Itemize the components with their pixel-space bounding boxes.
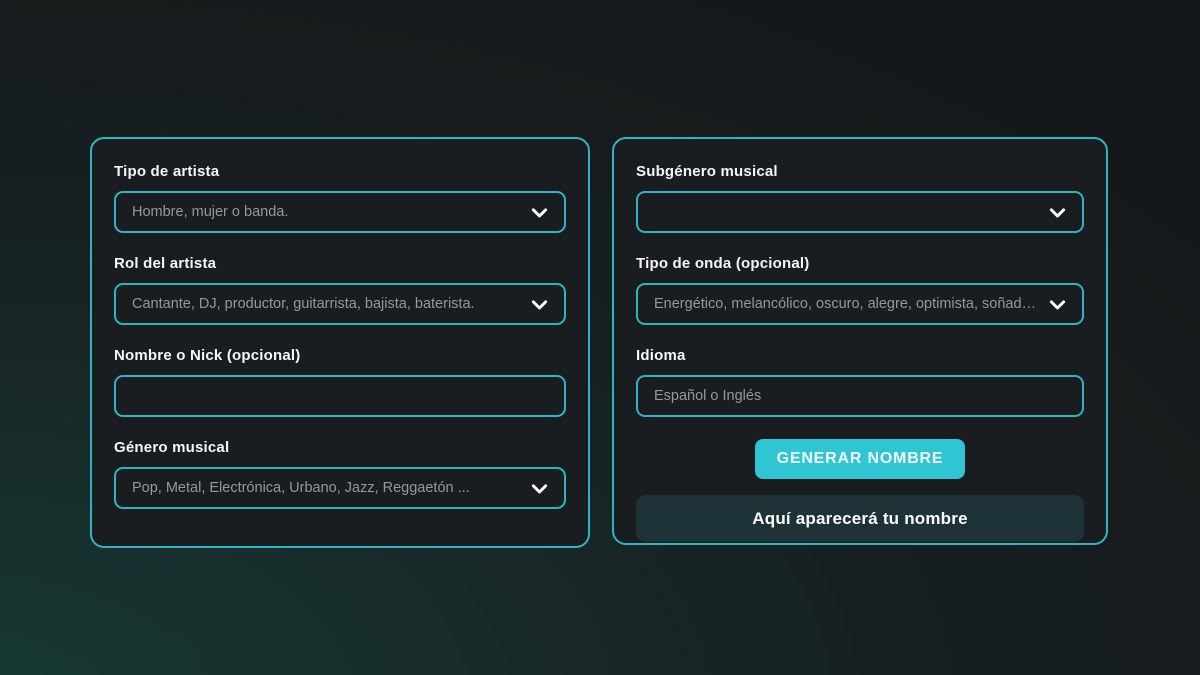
generate-name-button[interactable]: GENERAR NOMBRE (755, 439, 966, 479)
tipo-de-artista-select[interactable]: Hombre, mujer o banda. (114, 191, 566, 233)
idioma-label: Idioma (636, 347, 1084, 365)
tipo-de-onda-placeholder: Energético, melancólico, oscuro, alegre,… (654, 296, 1037, 312)
field-group-rol-del-artista: Rol del artista Cantante, DJ, productor,… (114, 255, 566, 325)
tipo-de-onda-select[interactable]: Energético, melancólico, oscuro, alegre,… (636, 283, 1084, 325)
tipo-de-artista-placeholder: Hombre, mujer o banda. (132, 204, 519, 220)
rol-del-artista-label: Rol del artista (114, 255, 566, 273)
artist-form-panel-left: Tipo de artista Hombre, mujer o banda. R… (90, 137, 590, 548)
idioma-input[interactable] (636, 375, 1084, 417)
subgenero-musical-label: Subgénero musical (636, 163, 1084, 181)
rol-del-artista-select[interactable]: Cantante, DJ, productor, guitarrista, ba… (114, 283, 566, 325)
chevron-down-icon (1047, 202, 1068, 223)
genero-musical-placeholder: Pop, Metal, Electrónica, Urbano, Jazz, R… (132, 480, 519, 496)
field-group-nombre-o-nick: Nombre o Nick (opcional) (114, 347, 566, 417)
chevron-down-icon (529, 294, 550, 315)
field-group-idioma: Idioma (636, 347, 1084, 417)
field-group-tipo-de-artista: Tipo de artista Hombre, mujer o banda. (114, 163, 566, 233)
tipo-de-onda-label: Tipo de onda (opcional) (636, 255, 1084, 273)
nombre-o-nick-label: Nombre o Nick (opcional) (114, 347, 566, 365)
field-group-tipo-de-onda: Tipo de onda (opcional) Energético, mela… (636, 255, 1084, 325)
rol-del-artista-placeholder: Cantante, DJ, productor, guitarrista, ba… (132, 296, 519, 312)
tipo-de-artista-label: Tipo de artista (114, 163, 566, 181)
field-group-subgenero-musical: Subgénero musical (636, 163, 1084, 233)
chevron-down-icon (529, 478, 550, 499)
genero-musical-label: Género musical (114, 439, 566, 457)
generated-name-result: Aquí aparecerá tu nombre (636, 495, 1084, 542)
nombre-o-nick-input[interactable] (114, 375, 566, 417)
generate-button-row: GENERAR NOMBRE (636, 439, 1084, 479)
chevron-down-icon (529, 202, 550, 223)
genero-musical-select[interactable]: Pop, Metal, Electrónica, Urbano, Jazz, R… (114, 467, 566, 509)
field-group-genero-musical: Género musical Pop, Metal, Electrónica, … (114, 439, 566, 509)
artist-form-panel-right: Subgénero musical Tipo de onda (opcional… (612, 137, 1108, 545)
subgenero-musical-select[interactable] (636, 191, 1084, 233)
chevron-down-icon (1047, 294, 1068, 315)
